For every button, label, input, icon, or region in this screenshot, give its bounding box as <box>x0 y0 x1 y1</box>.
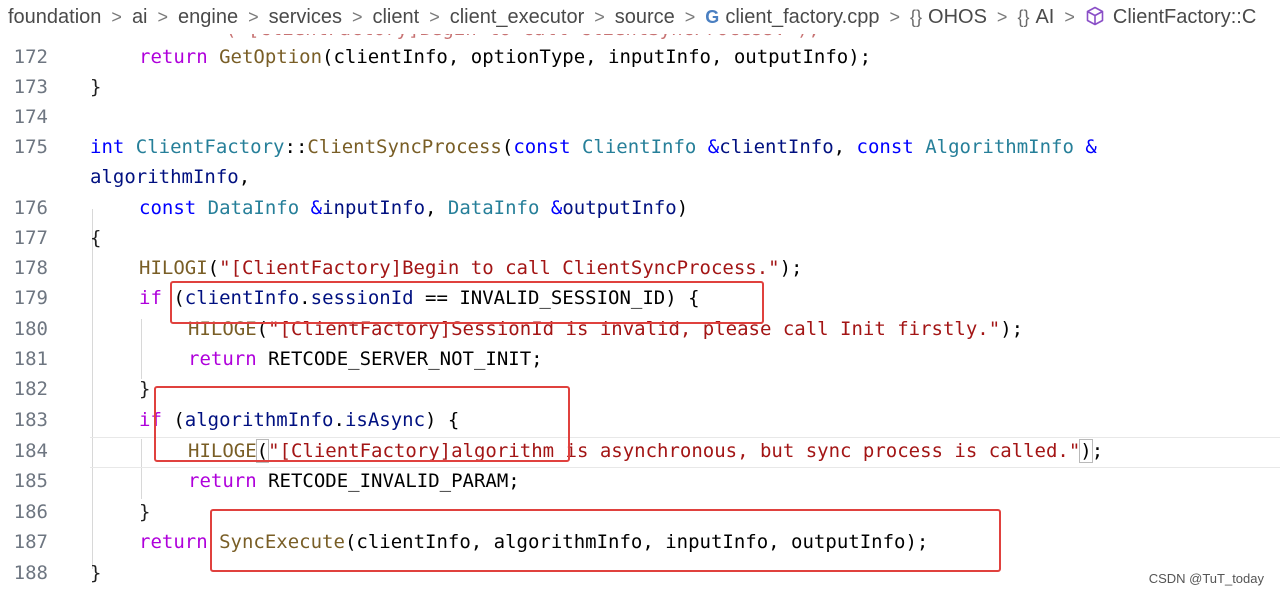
code-line: 175 int ClientFactory::ClientSyncProcess… <box>0 132 1280 162</box>
chevron-right-icon: > <box>429 6 440 27</box>
code-line: 178 HILOGI("[ClientFactory]Begin to call… <box>0 253 1280 283</box>
chevron-right-icon: > <box>351 6 363 27</box>
code-text: } <box>90 562 102 584</box>
code-text: } <box>139 501 151 523</box>
line-number: 177 <box>13 227 48 249</box>
cpp-file-icon: G <box>705 6 720 27</box>
chevron-right-icon: > <box>157 6 169 27</box>
breadcrumb-item-client[interactable]: client <box>370 6 421 29</box>
annotation-box-sync-execute <box>210 509 1001 572</box>
method-cube-icon <box>1086 6 1104 25</box>
breadcrumb-item-engine[interactable]: engine <box>176 6 240 29</box>
line-number: 178 <box>13 257 48 279</box>
code-text: return GetOption(clientInfo, optionType,… <box>139 46 872 68</box>
namespace-icon: {} <box>909 6 923 27</box>
code-line: 177 { <box>0 223 1280 253</box>
annotation-box-async-check <box>154 386 570 462</box>
code-text: } <box>139 378 151 400</box>
line-number: 183 <box>13 409 48 431</box>
chevron-right-icon: > <box>684 6 696 27</box>
code-line: 172 return GetOption(clientInfo, optionT… <box>0 42 1280 72</box>
line-number: 181 <box>13 348 48 370</box>
watermark: CSDN @TuT_today <box>1148 571 1264 586</box>
breadcrumb-item-namespace-ai[interactable]: {} AI <box>1015 6 1056 29</box>
code-text: int ClientFactory::ClientSyncProcess(con… <box>90 136 1097 158</box>
breadcrumb-item-file[interactable]: Gclient_factory.cpp <box>703 6 881 29</box>
breadcrumb-namespace-label: AI <box>1035 5 1055 28</box>
code-line: 181 return RETCODE_SERVER_NOT_INIT; <box>0 344 1280 374</box>
chevron-right-icon: > <box>1064 6 1075 27</box>
breadcrumb-symbol-label: ClientFactory::C <box>1112 5 1257 28</box>
code-text: algorithmInfo, <box>90 166 251 188</box>
line-number: 179 <box>13 287 48 309</box>
line-number: 174 <box>13 106 48 128</box>
chevron-right-icon: > <box>996 6 1008 27</box>
code-line: 185 return RETCODE_INVALID_PARAM; <box>0 466 1280 496</box>
breadcrumb-item-symbol[interactable]: ClientFactory::C <box>1083 6 1258 29</box>
line-number: 184 <box>13 440 48 462</box>
line-number: 185 <box>13 470 48 492</box>
line-number: 176 <box>13 197 48 219</box>
line-number: 188 <box>13 562 48 584</box>
breadcrumb-item-ai[interactable]: ai <box>130 6 150 29</box>
code-line-wrapped: algorithmInfo, <box>0 162 1280 192</box>
code-text: const DataInfo &inputInfo, DataInfo &out… <box>139 197 689 219</box>
code-line: 174 <box>0 102 1280 132</box>
breadcrumb: foundation > ai > engine > services > cl… <box>0 0 1280 34</box>
line-number: 182 <box>13 378 48 400</box>
line-number: 175 <box>13 136 48 158</box>
chevron-right-icon: > <box>111 6 122 27</box>
namespace-icon: {} <box>1017 6 1030 27</box>
code-text: } <box>90 76 102 98</box>
code-line: 176 const DataInfo &inputInfo, DataInfo … <box>0 193 1280 223</box>
code-text: { <box>90 227 102 249</box>
chevron-right-icon: > <box>889 6 900 27</box>
code-text: return RETCODE_SERVER_NOT_INIT; <box>188 348 543 370</box>
annotation-box-session-check <box>170 281 764 324</box>
breadcrumb-item-source[interactable]: source <box>613 6 677 29</box>
chevron-right-icon: > <box>594 6 605 27</box>
line-number: 173 <box>13 76 48 98</box>
breadcrumb-item-namespace-ohos[interactable]: {} OHOS <box>908 6 989 29</box>
line-number: 180 <box>13 318 48 340</box>
chevron-right-icon: > <box>248 6 259 27</box>
breadcrumb-namespace-label: OHOS <box>928 5 987 28</box>
breadcrumb-item-services[interactable]: services <box>267 6 344 29</box>
breadcrumb-item-client-executor[interactable]: client_executor <box>448 6 587 29</box>
line-number: 172 <box>13 46 48 68</box>
line-number: 187 <box>13 531 48 553</box>
line-number: 186 <box>13 501 48 523</box>
code-line: 173 } <box>0 72 1280 102</box>
code-text: HILOGI("[ClientFactory]Begin to call Cli… <box>139 257 803 279</box>
breadcrumb-item-foundation[interactable]: foundation <box>6 6 103 29</box>
breadcrumb-file-label: client_factory.cpp <box>725 5 880 28</box>
code-text: return RETCODE_INVALID_PARAM; <box>188 470 520 492</box>
